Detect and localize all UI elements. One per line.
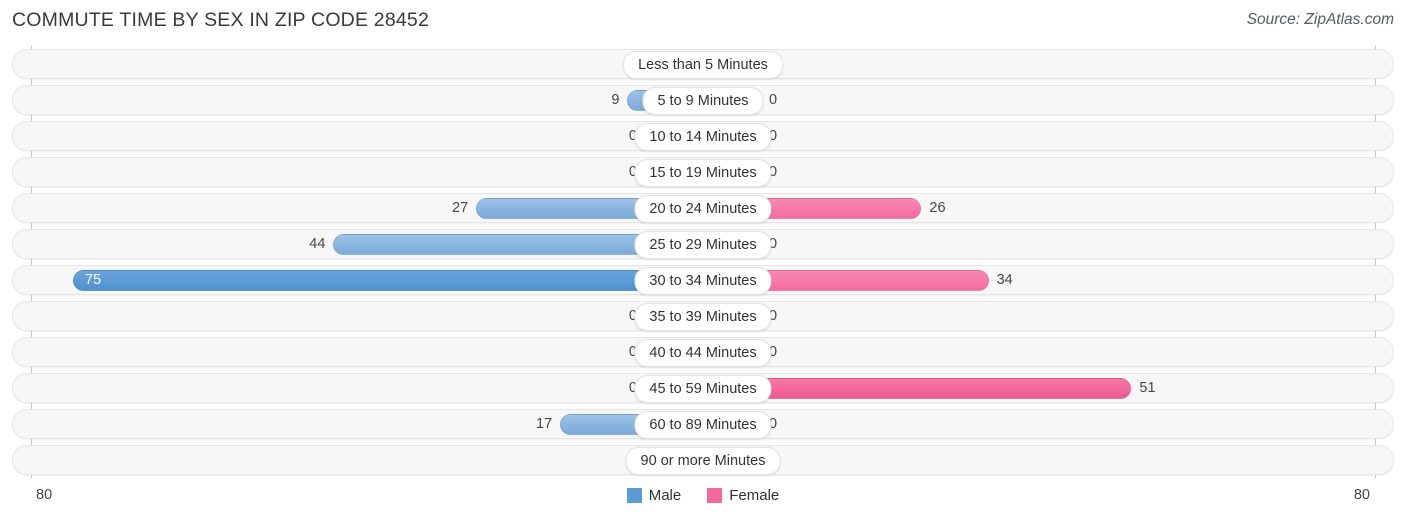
value-label-male: 0 (628, 380, 637, 396)
legend-label: Female (729, 487, 780, 504)
category-label: Less than 5 Minutes (623, 51, 783, 79)
value-label-female: 34 (996, 272, 1013, 288)
category-label: 30 to 34 Minutes (634, 267, 772, 295)
chart-row: 27 26 20 to 24 Minutes (0, 193, 1406, 223)
category-label: 25 to 29 Minutes (634, 231, 772, 259)
chart-row: 0 0 40 to 44 Minutes (0, 337, 1406, 367)
category-label: 40 to 44 Minutes (634, 339, 772, 367)
chart-row: 00Less than 5 Minutes (0, 49, 1406, 79)
page-title: COMMUTE TIME BY SEX IN ZIP CODE 28452 (12, 9, 430, 31)
value-label-male: 0 (628, 308, 637, 324)
chart-row: 75 34 30 to 34 Minutes (0, 265, 1406, 295)
value-label-male: 0 (628, 128, 637, 144)
chart-row: 0 0 15 to 19 Minutes (0, 157, 1406, 187)
value-label-male: 0 (628, 164, 637, 180)
chart-row: 0090 or more Minutes (0, 445, 1406, 475)
legend-item-male[interactable]: Male (626, 487, 682, 504)
value-label-female: 51 (1139, 380, 1156, 396)
chart-plot-area: 00Less than 5 Minutes905 to 9 Minutes001… (0, 46, 1406, 478)
value-label-female: 26 (929, 200, 946, 216)
category-label: 45 to 59 Minutes (634, 375, 772, 403)
value-label-male: 0 (0, 450, 637, 471)
chart-footer: 80 80 Male Female (0, 478, 1406, 522)
value-label-male: 44 (309, 236, 326, 252)
value-label-male: 27 (452, 200, 469, 216)
category-label: 90 or more Minutes (625, 447, 781, 475)
category-label: 20 to 24 Minutes (634, 195, 772, 223)
legend-item-female[interactable]: Female (707, 487, 779, 504)
chart-row: 17 0 60 to 89 Minutes (0, 409, 1406, 439)
value-label-male: 17 (536, 416, 553, 432)
value-label-male: 9 (611, 92, 620, 108)
chart-row: 0 0 10 to 14 Minutes (0, 121, 1406, 151)
category-label: 15 to 19 Minutes (634, 159, 772, 187)
legend-label: Male (648, 487, 682, 504)
category-label: 10 to 14 Minutes (634, 123, 772, 151)
chart-row: 9 0 5 to 9 Minutes (0, 85, 1406, 115)
value-label-male: 75 (85, 272, 102, 288)
chart-legend: Male Female (0, 487, 1406, 504)
chart-row: 0 51 45 to 59 Minutes (0, 373, 1406, 403)
value-label-female: 0 (769, 92, 778, 108)
category-label: 5 to 9 Minutes (642, 87, 764, 115)
category-label: 35 to 39 Minutes (634, 303, 772, 331)
chart-header: COMMUTE TIME BY SEX IN ZIP CODE 28452 So… (0, 0, 1406, 44)
chart-row: 0 0 35 to 39 Minutes (0, 301, 1406, 331)
chart-row: 44 0 25 to 29 Minutes (0, 229, 1406, 259)
value-label-male: 0 (0, 54, 637, 75)
legend-swatch-icon (626, 488, 642, 503)
source-attribution: Source: ZipAtlas.com (1246, 11, 1394, 28)
category-label: 60 to 89 Minutes (634, 411, 772, 439)
bar-male[interactable] (73, 270, 703, 291)
legend-swatch-icon (707, 488, 723, 503)
value-label-male: 0 (628, 344, 637, 360)
